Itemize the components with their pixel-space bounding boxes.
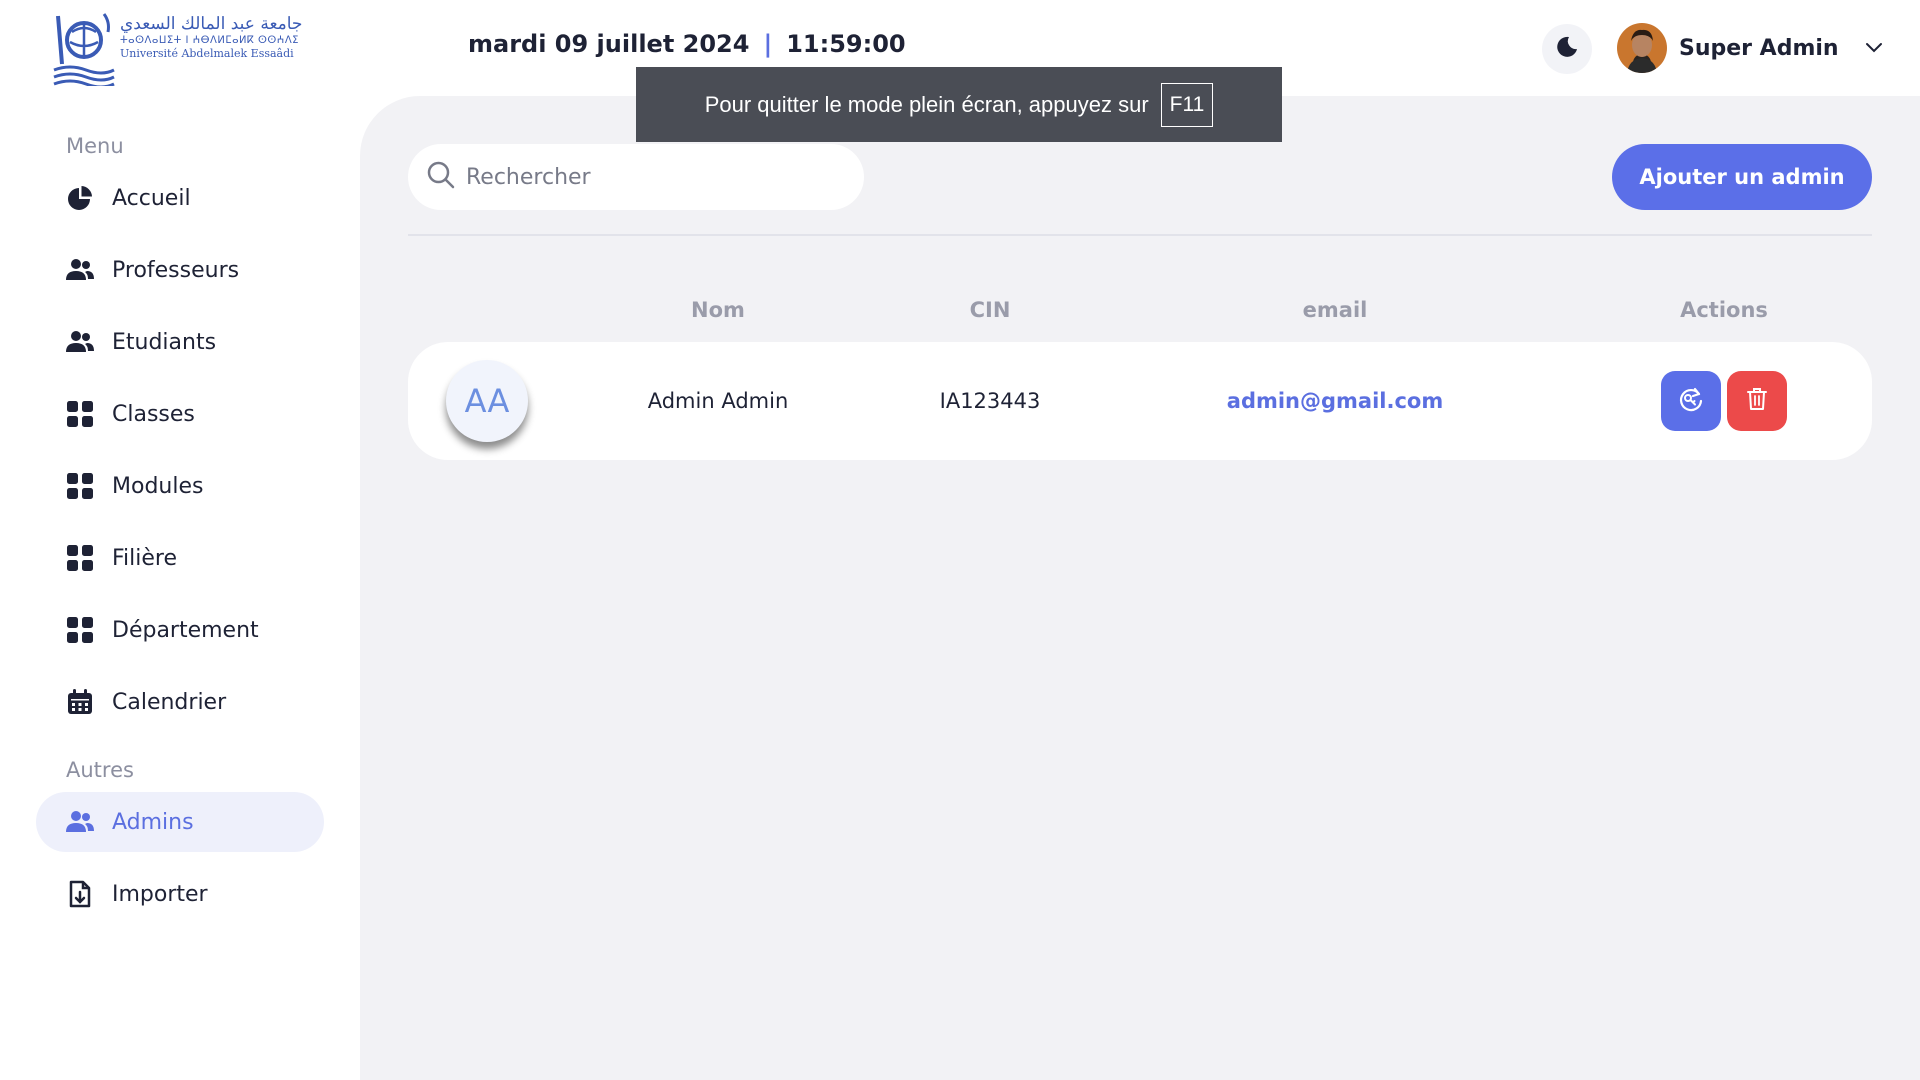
logo-arabic-name: جامعة عبد المالك السعدي — [120, 14, 303, 34]
trash-icon — [1745, 386, 1769, 416]
sidebar-item-professeurs[interactable]: Professeurs — [36, 240, 324, 300]
datetime-separator: | — [763, 30, 773, 58]
reset-password-button[interactable] — [1661, 371, 1721, 431]
user-menu[interactable]: Super Admin — [1617, 23, 1883, 73]
main-panel: Ajouter un admin Nom CIN email Actions A… — [360, 96, 1920, 1080]
sidebar-item-admins[interactable]: Admins — [36, 792, 324, 852]
sidebar-item-label: Modules — [112, 473, 204, 499]
refresh-key-icon — [1677, 385, 1705, 417]
admin-cin: IA123443 — [939, 389, 1041, 413]
others-section-title: Autres — [66, 758, 134, 782]
university-logo[interactable]: جامعة عبد المالك السعدي ⵜⴰⵙⴷⴰⵡⵉⵜ ⵏ ⵄⴱⴷⵍⵎ… — [52, 10, 312, 90]
sidebar-item-calendrier[interactable]: Calendrier — [36, 672, 324, 732]
column-header-email[interactable]: email — [1303, 298, 1368, 322]
users-icon — [66, 256, 94, 284]
add-admin-button[interactable]: Ajouter un admin — [1612, 144, 1872, 210]
sidebar-item-label: Calendrier — [112, 689, 227, 715]
logo-tifinagh-name: ⵜⴰⵙⴷⴰⵡⵉⵜ ⵏ ⵄⴱⴷⵍⵎⴰⵍⴽ ⵙⵙⵄⴷⵉ — [120, 35, 299, 46]
current-time: 11:59:00 — [786, 30, 906, 58]
f11-key-badge: F11 — [1160, 82, 1214, 127]
search-icon — [426, 160, 456, 194]
file-import-icon — [66, 880, 94, 908]
sidebar-item-filiere[interactable]: Filière — [36, 528, 324, 588]
search-input[interactable] — [466, 164, 846, 190]
sidebar-item-label: Classes — [112, 401, 195, 427]
sidebar-item-etudiants[interactable]: Etudiants — [36, 312, 324, 372]
users-icon — [66, 328, 94, 356]
logo-french-name: Université Abdelmalek Essaâdi — [120, 47, 294, 60]
pie-chart-icon — [66, 184, 94, 212]
admin-email-link[interactable]: admin@gmail.com — [1227, 389, 1443, 413]
column-header-actions: Actions — [1680, 298, 1768, 322]
sidebar-item-label: Etudiants — [112, 329, 217, 355]
grid-icon — [66, 544, 94, 572]
admin-name: Admin Admin — [647, 389, 789, 413]
user-avatar — [1617, 23, 1667, 73]
calendar-icon — [66, 688, 94, 716]
delete-button[interactable] — [1727, 371, 1787, 431]
current-date: mardi 09 juillet 2024 — [468, 30, 750, 58]
sidebar-item-label: Professeurs — [112, 257, 240, 283]
sidebar-item-label: Accueil — [112, 185, 191, 211]
sidebar-item-label: Filière — [112, 545, 178, 571]
column-header-cin[interactable]: CIN — [970, 298, 1011, 322]
column-header-nom[interactable]: Nom — [691, 298, 745, 322]
current-datetime: mardi 09 juillet 2024 | 11:59:00 — [468, 30, 906, 58]
chevron-down-icon — [1865, 39, 1883, 58]
sidebar: جامعة عبد المالك السعدي ⵜⴰⵙⴷⴰⵡⵉⵜ ⵏ ⵄⴱⴷⵍⵎ… — [0, 0, 360, 1080]
fullscreen-notice-text: Pour quitter le mode plein écran, appuye… — [704, 91, 1149, 117]
users-icon — [66, 808, 94, 836]
sidebar-item-accueil[interactable]: Accueil — [36, 168, 324, 228]
table-row: AA Admin Admin IA123443 admin@gmail.com — [408, 342, 1872, 460]
moon-icon — [1555, 35, 1579, 63]
search-box[interactable] — [408, 144, 864, 210]
admin-avatar: AA — [446, 360, 528, 442]
grid-icon — [66, 472, 94, 500]
user-name: Super Admin — [1679, 35, 1839, 61]
sidebar-item-importer[interactable]: Importer — [36, 864, 324, 924]
theme-toggle-button[interactable] — [1542, 24, 1592, 74]
sidebar-item-classes[interactable]: Classes — [36, 384, 324, 444]
sidebar-item-label: Département — [112, 617, 259, 643]
grid-icon — [66, 400, 94, 428]
sidebar-item-label: Admins — [112, 809, 194, 835]
sidebar-item-modules[interactable]: Modules — [36, 456, 324, 516]
sidebar-item-label: Importer — [112, 881, 208, 907]
fullscreen-exit-notice: Pour quitter le mode plein écran, appuye… — [636, 67, 1282, 142]
menu-section-title: Menu — [66, 134, 124, 158]
divider — [408, 234, 1872, 236]
university-emblem-icon — [53, 13, 115, 86]
grid-icon — [66, 616, 94, 644]
sidebar-item-departement[interactable]: Département — [36, 600, 324, 660]
